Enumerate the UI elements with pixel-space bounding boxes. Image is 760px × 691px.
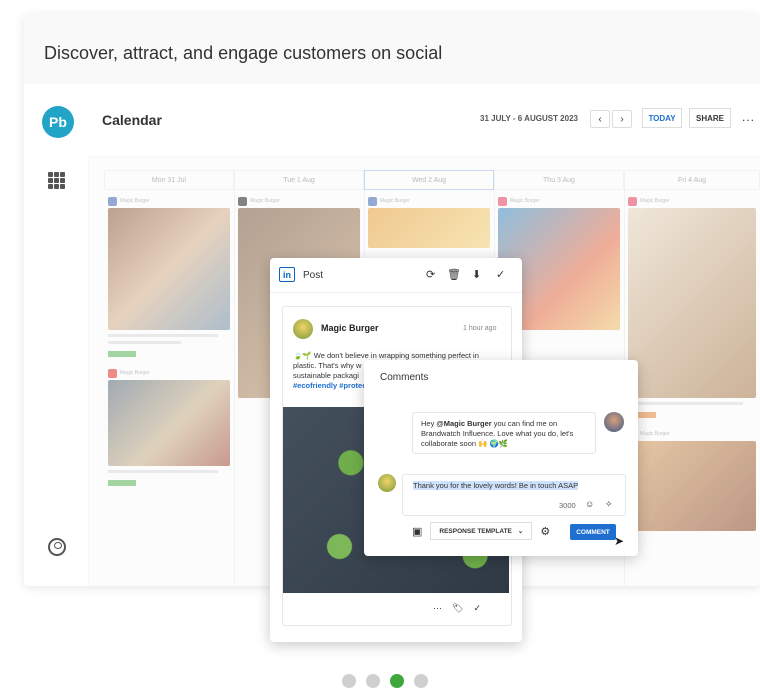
tag-icon[interactable]: 🏷 [452,603,463,614]
next-week-button[interactable]: › [612,110,632,128]
user-profile-icon[interactable] [48,538,66,556]
mouse-cursor-icon: ➤ [614,534,625,548]
incoming-comment: Hey @Magic Burger you can find me on Bra… [412,412,596,454]
post-account: Magic Burger [640,431,670,437]
post-account: Magic Burger [640,198,670,204]
share-button[interactable]: SHARE [689,108,731,128]
day-header: Wed 2 Aug [364,170,494,190]
chevron-down-icon: ⌄ [517,528,524,535]
post-card[interactable]: Magic Burger [108,194,230,362]
post-account: Magic Burger [250,198,280,204]
post-account: Magic Burger [120,198,150,204]
more-options-icon[interactable]: ... [742,110,755,124]
reply-input[interactable]: Thank you for the lovely words! Be in to… [402,474,626,516]
date-range: 31 JULY - 6 AUGUST 2023 [480,114,578,123]
comment-mention: @Magic Burger [436,419,492,428]
image-icon[interactable]: ▣ [412,525,422,538]
status-badge [108,351,136,357]
post-image [628,441,756,531]
trash-icon[interactable]: 🗑 [447,268,461,281]
post-account: Magic Burger [120,370,150,376]
post-card[interactable]: Magic Burger [368,194,490,248]
reply-text[interactable]: Thank you for the lovely words! Be in to… [413,481,579,490]
status-badge [108,480,136,486]
magic-wand-icon[interactable]: ✧ [605,499,613,510]
linkedin-icon: in [279,267,295,282]
response-template-button[interactable]: RESPONSE TEMPLATE ⌄ [430,522,533,540]
post-image [108,208,230,330]
post-text-line: sustainable packagi [293,371,359,380]
post-time: 1 hour ago [463,325,497,332]
response-template-label: RESPONSE TEMPLATE [439,527,512,535]
youtube-icon [108,368,117,378]
instagram-icon [628,196,637,206]
post-modal-header: in Post ⟳ 🗑 ⬇ ✓ [270,258,522,293]
tiktok-icon [238,196,247,206]
post-image [108,380,230,466]
post-modal-title: Post [303,270,324,281]
account-avatar [293,319,313,339]
day-column: Fri 4 Aug Magic Burger Magic Burger [624,170,760,586]
post-account: Magic Burger [380,198,410,204]
calendar-title: Calendar [102,112,162,128]
post-image [368,208,490,248]
check-icon[interactable]: ✓ [473,603,481,614]
reply-avatar [378,474,396,492]
comments-panel: Comments Hey @Magic Burger you can find … [364,360,638,556]
check-icon[interactable]: ✓ [496,268,505,281]
carousel-dots [342,674,428,688]
facebook-icon [368,196,377,206]
post-account: Magic Burger [510,198,540,204]
post-card[interactable]: Magic Burger [108,366,230,491]
headline: Discover, attract, and engage customers … [44,43,443,63]
sidebar: Pb [24,84,89,586]
post-footer-actions: ··· 🏷 ✓ [433,603,481,614]
commenter-avatar [604,412,624,432]
post-hashtags: #ecofriendly #protec [293,381,367,390]
facebook-icon [108,196,117,206]
calendar-header: Calendar 31 JULY - 6 AUGUST 2023 ‹ › TOD… [88,84,760,157]
day-header: Fri 4 Aug [624,170,760,190]
day-header: Tue 1 Aug [234,170,364,190]
apps-grid-icon[interactable] [48,172,65,189]
carousel-dot[interactable] [366,674,380,688]
carousel-dot-active[interactable] [390,674,404,688]
post-image [628,208,756,398]
carousel-dot[interactable] [342,674,356,688]
char-count: 3000 [559,501,576,510]
day-header: Mon 31 Jul [104,170,234,190]
more-icon[interactable]: ··· [433,603,442,614]
day-column: Mon 31 Jul Magic Burger Magic Burger [104,170,235,586]
settings-gear-icon[interactable]: ⚙ [540,525,550,538]
comment-button[interactable]: COMMENT [570,524,616,540]
brand-logo[interactable]: Pb [42,106,74,138]
download-icon[interactable]: ⬇ [472,268,481,281]
comment-toolbar: ▣ RESPONSE TEMPLATE ⌄ ⚙ [412,522,550,540]
post-card[interactable]: Magic Burger [628,427,756,531]
prev-week-button[interactable]: ‹ [590,110,610,128]
today-button[interactable]: TODAY [642,108,682,128]
post-card[interactable]: Magic Burger [628,194,756,423]
emoji-icon[interactable]: ☺ [585,499,594,509]
comment-text: Hey [421,419,437,428]
instagram-icon [498,196,507,206]
refresh-icon[interactable]: ⟳ [426,268,435,281]
day-header: Thu 3 Aug [494,170,624,190]
carousel-dot[interactable] [414,674,428,688]
comments-title: Comments [380,372,429,383]
post-account-name: Magic Burger [321,323,379,333]
